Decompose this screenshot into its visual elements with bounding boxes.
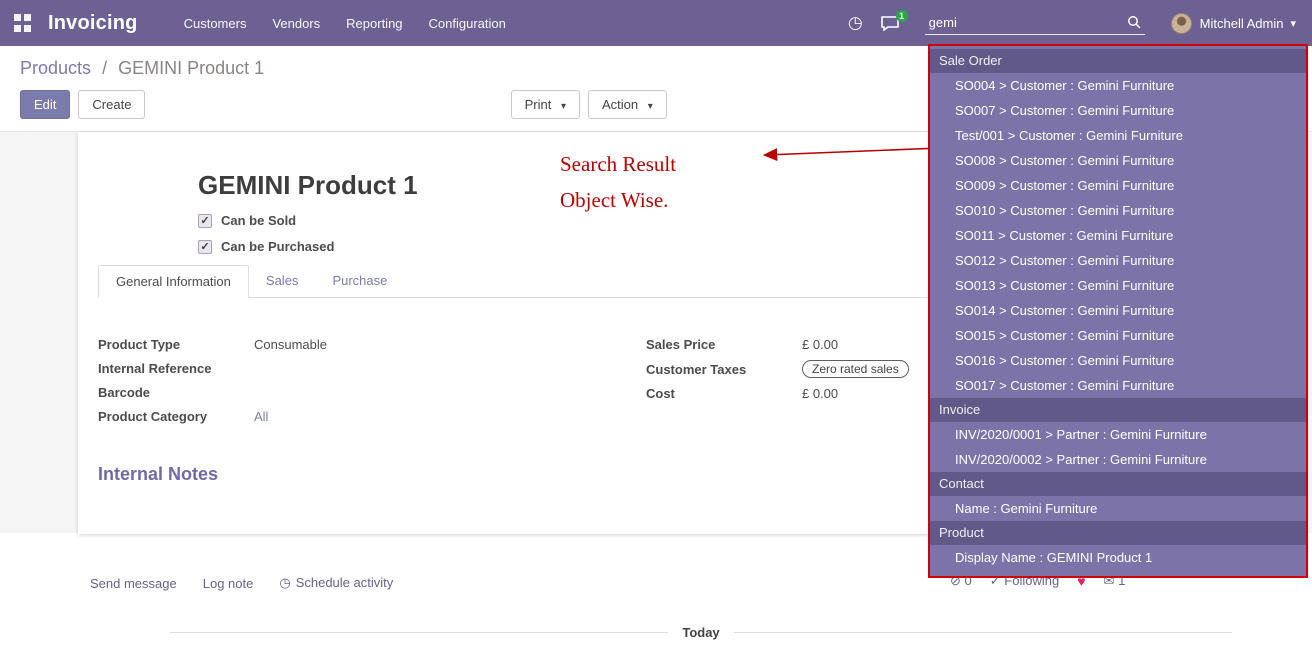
search-icon[interactable] [1127,15,1141,29]
search-group-header: Sale Order [930,49,1306,73]
breadcrumb-current: GEMINI Product 1 [118,58,264,78]
left-field-column: Product Type Consumable Internal Referen… [98,336,646,432]
field-row-barcode: Barcode [98,384,646,401]
avatar [1171,13,1192,34]
chevron-down-icon: ▾ [1290,17,1296,30]
caret-down-icon: ▾ [648,101,653,112]
search-result-item[interactable]: Name : Gemini Furniture [930,496,1306,521]
search-result-item[interactable]: SO014 > Customer : Gemini Furniture [930,298,1306,323]
search-result-item[interactable]: SO008 > Customer : Gemini Furniture [930,148,1306,173]
sales-price-value: £ 0.00 [802,337,838,352]
message-count-badge: 1 [896,10,908,22]
top-navbar: Invoicing Customers Vendors Reporting Confi… [0,0,1312,46]
annotation-arrow [756,140,942,164]
search-result-item[interactable]: SO012 > Customer : Gemini Furniture [930,248,1306,273]
search-result-item[interactable]: SO010 > Customer : Gemini Furniture [930,198,1306,223]
app-title[interactable]: Invoicing [48,12,138,35]
nav-menu-configuration[interactable]: Configuration [429,16,506,31]
can-be-purchased-checkbox[interactable]: ✓ [198,240,212,254]
search-result-item[interactable]: SO017 > Customer : Gemini Furniture [930,373,1306,398]
today-label: Today [682,625,719,640]
field-row-product-category: Product Category All [98,408,646,425]
search-result-item[interactable]: Test/001 > Customer : Gemini Furniture [930,123,1306,148]
search-result-item[interactable]: SO004 > Customer : Gemini Furniture [930,73,1306,98]
print-dropdown-button[interactable]: Print ▾ [511,90,580,119]
search-result-item[interactable]: SO007 > Customer : Gemini Furniture [930,98,1306,123]
field-row-product-type: Product Type Consumable [98,336,646,353]
log-note-button[interactable]: Log note [203,576,254,591]
caret-down-icon: ▾ [561,101,566,112]
annotation-line-1: Search Result [560,146,676,182]
search-result-item[interactable]: SO013 > Customer : Gemini Furniture [930,273,1306,298]
nav-menu-vendors[interactable]: Vendors [272,16,320,31]
search-result-item[interactable]: SO015 > Customer : Gemini Furniture [930,323,1306,348]
breadcrumb-products-link[interactable]: Products [20,58,91,78]
search-result-item[interactable]: INV/2020/0001 > Partner : Gemini Furnitu… [930,422,1306,447]
search-result-item[interactable]: SO009 > Customer : Gemini Furniture [930,173,1306,198]
today-divider: Today [170,625,1232,640]
search-result-item[interactable]: INV/2020/0002 > Partner : Gemini Furnitu… [930,447,1306,472]
product-type-value: Consumable [254,337,327,352]
activity-clock-icon[interactable]: ◷ [848,13,863,33]
annotation-note: Search Result Object Wise. [560,146,676,218]
user-name: Mitchell Admin [1200,16,1284,31]
edit-button[interactable]: Edit [20,90,70,119]
cost-value: £ 0.00 [802,386,838,401]
can-be-sold-label: Can be Sold [221,213,296,228]
search-group-header: Invoice [930,398,1306,422]
action-button-group: Print ▾ Action ▾ [511,90,675,119]
send-message-button[interactable]: Send message [90,576,177,591]
clock-icon: ◷ [279,575,290,590]
user-menu[interactable]: Mitchell Admin ▾ [1171,13,1296,34]
product-category-link[interactable]: All [254,409,268,424]
action-dropdown-button[interactable]: Action ▾ [588,90,667,119]
global-search [925,12,1145,35]
breadcrumb-separator: / [102,58,107,78]
search-dropdown: Sale OrderSO004 > Customer : Gemini Furn… [928,44,1308,578]
search-result-item[interactable]: Display Name : GEMINI Product 1 [930,545,1306,570]
tab-general-information[interactable]: General Information [98,265,249,298]
search-result-item[interactable]: SO016 > Customer : Gemini Furniture [930,348,1306,373]
search-input[interactable] [929,15,1127,30]
nav-menu-customers[interactable]: Customers [184,16,247,31]
can-be-sold-checkbox[interactable]: ✓ [198,214,212,228]
can-be-purchased-label: Can be Purchased [221,239,334,254]
search-group-header: Product [930,521,1306,545]
create-button[interactable]: Create [78,90,145,119]
tab-purchase[interactable]: Purchase [315,265,404,297]
navbar-menu: Customers Vendors Reporting Configuration [184,16,532,31]
tab-sales[interactable]: Sales [249,265,316,297]
schedule-activity-button[interactable]: ◷Schedule activity [279,575,393,591]
apps-grid-icon[interactable] [14,14,32,32]
customer-taxes-tag[interactable]: Zero rated sales [802,360,909,378]
nav-menu-reporting[interactable]: Reporting [346,16,402,31]
navbar-right: ◷ 1 Mitchell Admin ▾ [848,12,1296,35]
search-group-header: Contact [930,472,1306,496]
search-result-item[interactable]: SO011 > Customer : Gemini Furniture [930,223,1306,248]
field-row-internal-reference: Internal Reference [98,360,646,377]
annotation-line-2: Object Wise. [560,182,676,218]
messages-icon[interactable]: 1 [881,16,899,31]
